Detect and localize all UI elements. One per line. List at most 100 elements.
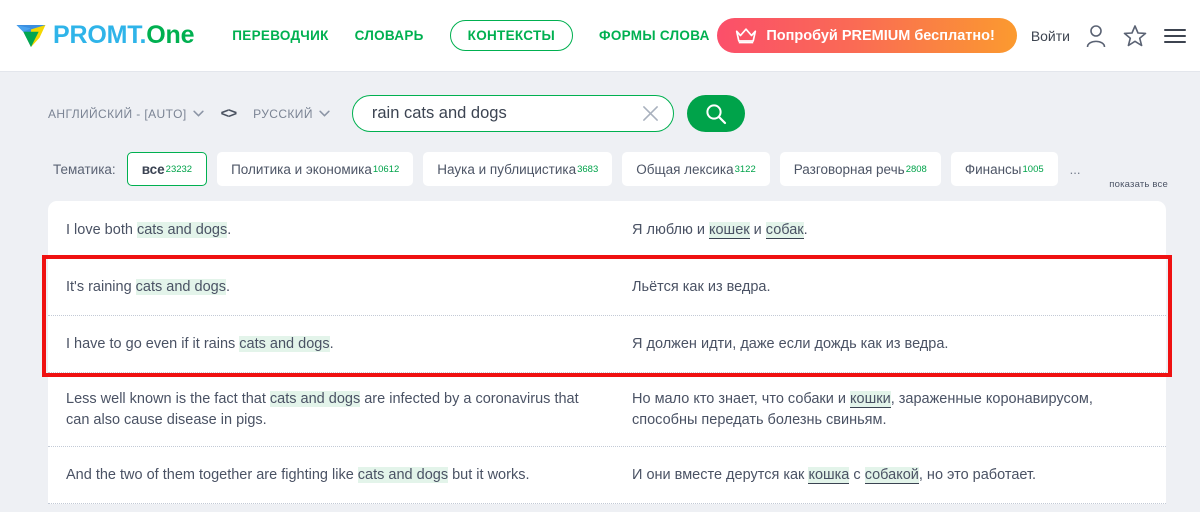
header-actions: Попробуй PREMIUM бесплатно! Войти bbox=[717, 18, 1186, 53]
highlighted-term[interactable]: собакой bbox=[864, 467, 919, 485]
nav-item-dictionary[interactable]: СЛОВАРЬ bbox=[355, 28, 424, 43]
result-row[interactable]: Less well known is the fact that cats an… bbox=[48, 373, 1166, 448]
menu-icon[interactable] bbox=[1164, 28, 1186, 43]
topic-chip-count: 3683 bbox=[577, 163, 599, 175]
topic-chip-label: все bbox=[141, 161, 165, 177]
text-fragment: . bbox=[803, 222, 808, 238]
text-fragment: I love both bbox=[66, 222, 137, 238]
nav-item-word-forms[interactable]: ФОРМЫ СЛОВА bbox=[599, 28, 710, 43]
target-language-label: РУССКИЙ bbox=[253, 106, 313, 121]
result-source-text: It's raining cats and dogs. bbox=[66, 277, 606, 298]
menu-icon-bar bbox=[1164, 28, 1186, 31]
result-source-text: I have to go even if it rains cats and d… bbox=[66, 334, 606, 355]
target-language-selector[interactable]: РУССКИЙ bbox=[253, 107, 330, 121]
topic-chip-count: 3122 bbox=[734, 163, 756, 175]
text-fragment: Льётся как из ведра. bbox=[632, 279, 771, 296]
result-target-text: Но мало кто знает, что собаки и кошки, з… bbox=[606, 389, 1146, 431]
result-row[interactable]: I have to go even if it rains cats and d… bbox=[48, 316, 1166, 374]
user-icon[interactable] bbox=[1084, 23, 1108, 49]
text-fragment: I have to go even if it rains bbox=[66, 336, 240, 353]
text-fragment: с bbox=[849, 467, 865, 484]
promt-logo-icon bbox=[16, 24, 46, 47]
highlighted-term[interactable]: собак bbox=[765, 222, 804, 239]
topic-chip-count: 23232 bbox=[165, 163, 193, 175]
show-all-topics-link[interactable]: показать все bbox=[1109, 179, 1168, 190]
text-fragment: Less well known is the fact that bbox=[66, 391, 270, 408]
topic-chip-science-journalism[interactable]: Наука и публицистика 3683 bbox=[423, 152, 613, 186]
topic-chip-count: 1005 bbox=[1022, 163, 1044, 175]
topic-chip-general-vocabulary[interactable]: Общая лексика 3122 bbox=[622, 152, 770, 186]
search-icon bbox=[706, 103, 726, 124]
menu-icon-bar bbox=[1164, 40, 1186, 43]
chevron-down-icon bbox=[192, 110, 204, 117]
logo-promt: PROMT bbox=[53, 21, 140, 49]
close-icon[interactable] bbox=[642, 105, 659, 122]
search-button[interactable] bbox=[686, 95, 745, 132]
logo-one: One bbox=[146, 21, 195, 49]
premium-button-label: Попробуй PREMIUM бесплатно! bbox=[766, 27, 995, 44]
result-row[interactable]: And the two of them together are fightin… bbox=[48, 447, 1166, 505]
text-fragment: , но это работает. bbox=[918, 467, 1037, 484]
topic-filter-bar: Тематика: все 23232 Политика и экономика 1… bbox=[0, 151, 1200, 190]
highlighted-term[interactable]: cats and dogs bbox=[136, 222, 228, 238]
topic-chip-label: Политика и экономика bbox=[231, 161, 372, 177]
topic-chip-label: Наука и публицистика bbox=[437, 161, 577, 177]
source-language-label: АНГЛИЙСКИЙ - [AUTO] bbox=[48, 106, 187, 121]
nav-item-translator[interactable]: ПЕРЕВОДЧИК bbox=[232, 28, 328, 43]
search-input[interactable] bbox=[371, 104, 642, 123]
text-fragment: . bbox=[329, 336, 334, 353]
text-fragment: but it works. bbox=[448, 467, 530, 484]
results-list: I love both cats and dogs. Я люблю и коше… bbox=[48, 202, 1166, 505]
result-source-text: Less well known is the fact that cats an… bbox=[66, 389, 606, 431]
highlighted-term[interactable]: cats and dogs bbox=[269, 391, 361, 408]
topic-chip-label: Разговорная речь bbox=[793, 161, 905, 177]
highlighted-term[interactable]: кошек bbox=[708, 222, 750, 239]
result-target-text: Я должен идти, даже если дождь как из ве… bbox=[606, 334, 1146, 355]
result-row[interactable]: It's raining cats and dogs. Льётся как из… bbox=[48, 259, 1166, 317]
text-fragment: и bbox=[749, 222, 766, 238]
login-link[interactable]: Войти bbox=[1031, 28, 1070, 44]
star-icon[interactable] bbox=[1122, 23, 1148, 49]
topic-chip-count: 2808 bbox=[905, 163, 927, 175]
text-fragment: . bbox=[227, 222, 232, 238]
swap-languages-icon[interactable]: <> bbox=[221, 105, 238, 122]
text-fragment: And the two of them together are fightin… bbox=[66, 467, 358, 484]
topic-filter-label: Тематика: bbox=[53, 161, 116, 177]
text-fragment: Но мало кто знает, что собаки и bbox=[632, 391, 851, 408]
text-fragment: . bbox=[225, 279, 230, 296]
menu-icon-bar bbox=[1164, 34, 1186, 37]
text-fragment: Я должен идти, даже если дождь как из ве… bbox=[632, 336, 949, 353]
topic-chip-all[interactable]: все 23232 bbox=[126, 152, 208, 186]
topic-chip-politics-economics[interactable]: Политика и экономика 10612 bbox=[217, 152, 414, 186]
topic-chips-ellipsis: ... bbox=[1069, 161, 1081, 177]
result-row[interactable]: I love both cats and dogs. Я люблю и коше… bbox=[48, 202, 1166, 260]
result-source-text: I love both cats and dogs. bbox=[66, 220, 606, 241]
search-field[interactable] bbox=[351, 95, 674, 132]
text-fragment: Я люблю и bbox=[632, 222, 709, 238]
result-target-text: Я люблю и кошек и собак. bbox=[606, 220, 1146, 241]
logo[interactable]: PROMT.One bbox=[14, 19, 194, 53]
highlighted-term[interactable]: cats and dogs bbox=[135, 279, 226, 296]
highlighted-term[interactable]: кошка bbox=[808, 467, 850, 485]
topic-chip-label: Общая лексика bbox=[636, 161, 734, 177]
logo-text: PROMT.One bbox=[53, 21, 194, 50]
topic-chip-label: Финансы bbox=[964, 161, 1022, 177]
highlighted-term[interactable]: cats and dogs bbox=[357, 467, 449, 484]
result-target-text: Льётся как из ведра. bbox=[606, 277, 1146, 298]
site-header: PROMT.One ПЕРЕВОДЧИК СЛОВАРЬ КОНТЕКСТЫ Ф… bbox=[0, 0, 1200, 72]
highlighted-term[interactable]: кошки bbox=[850, 391, 891, 409]
highlighted-term[interactable]: cats and dogs bbox=[239, 336, 330, 353]
text-fragment: It's raining bbox=[66, 279, 136, 296]
crown-icon bbox=[736, 28, 757, 44]
chevron-down-icon bbox=[319, 110, 330, 117]
search-bar: АНГЛИЙСКИЙ - [AUTO] <> РУССКИЙ bbox=[0, 72, 1200, 132]
text-fragment: И они вместе дерутся как bbox=[632, 467, 809, 484]
results-card: I love both cats and dogs. Я люблю и коше… bbox=[42, 201, 1172, 505]
nav-item-contexts[interactable]: КОНТЕКСТЫ bbox=[449, 20, 574, 51]
premium-button[interactable]: Попробуй PREMIUM бесплатно! bbox=[717, 18, 1017, 53]
topic-chip-colloquial-speech[interactable]: Разговорная речь 2808 bbox=[779, 152, 941, 186]
result-source-text: And the two of them together are fightin… bbox=[66, 465, 606, 486]
source-language-selector[interactable]: АНГЛИЙСКИЙ - [AUTO] bbox=[48, 107, 204, 121]
topic-chip-finance[interactable]: Финансы 1005 bbox=[950, 152, 1058, 186]
result-target-text: И они вместе дерутся как кошка с собакой… bbox=[606, 465, 1146, 486]
